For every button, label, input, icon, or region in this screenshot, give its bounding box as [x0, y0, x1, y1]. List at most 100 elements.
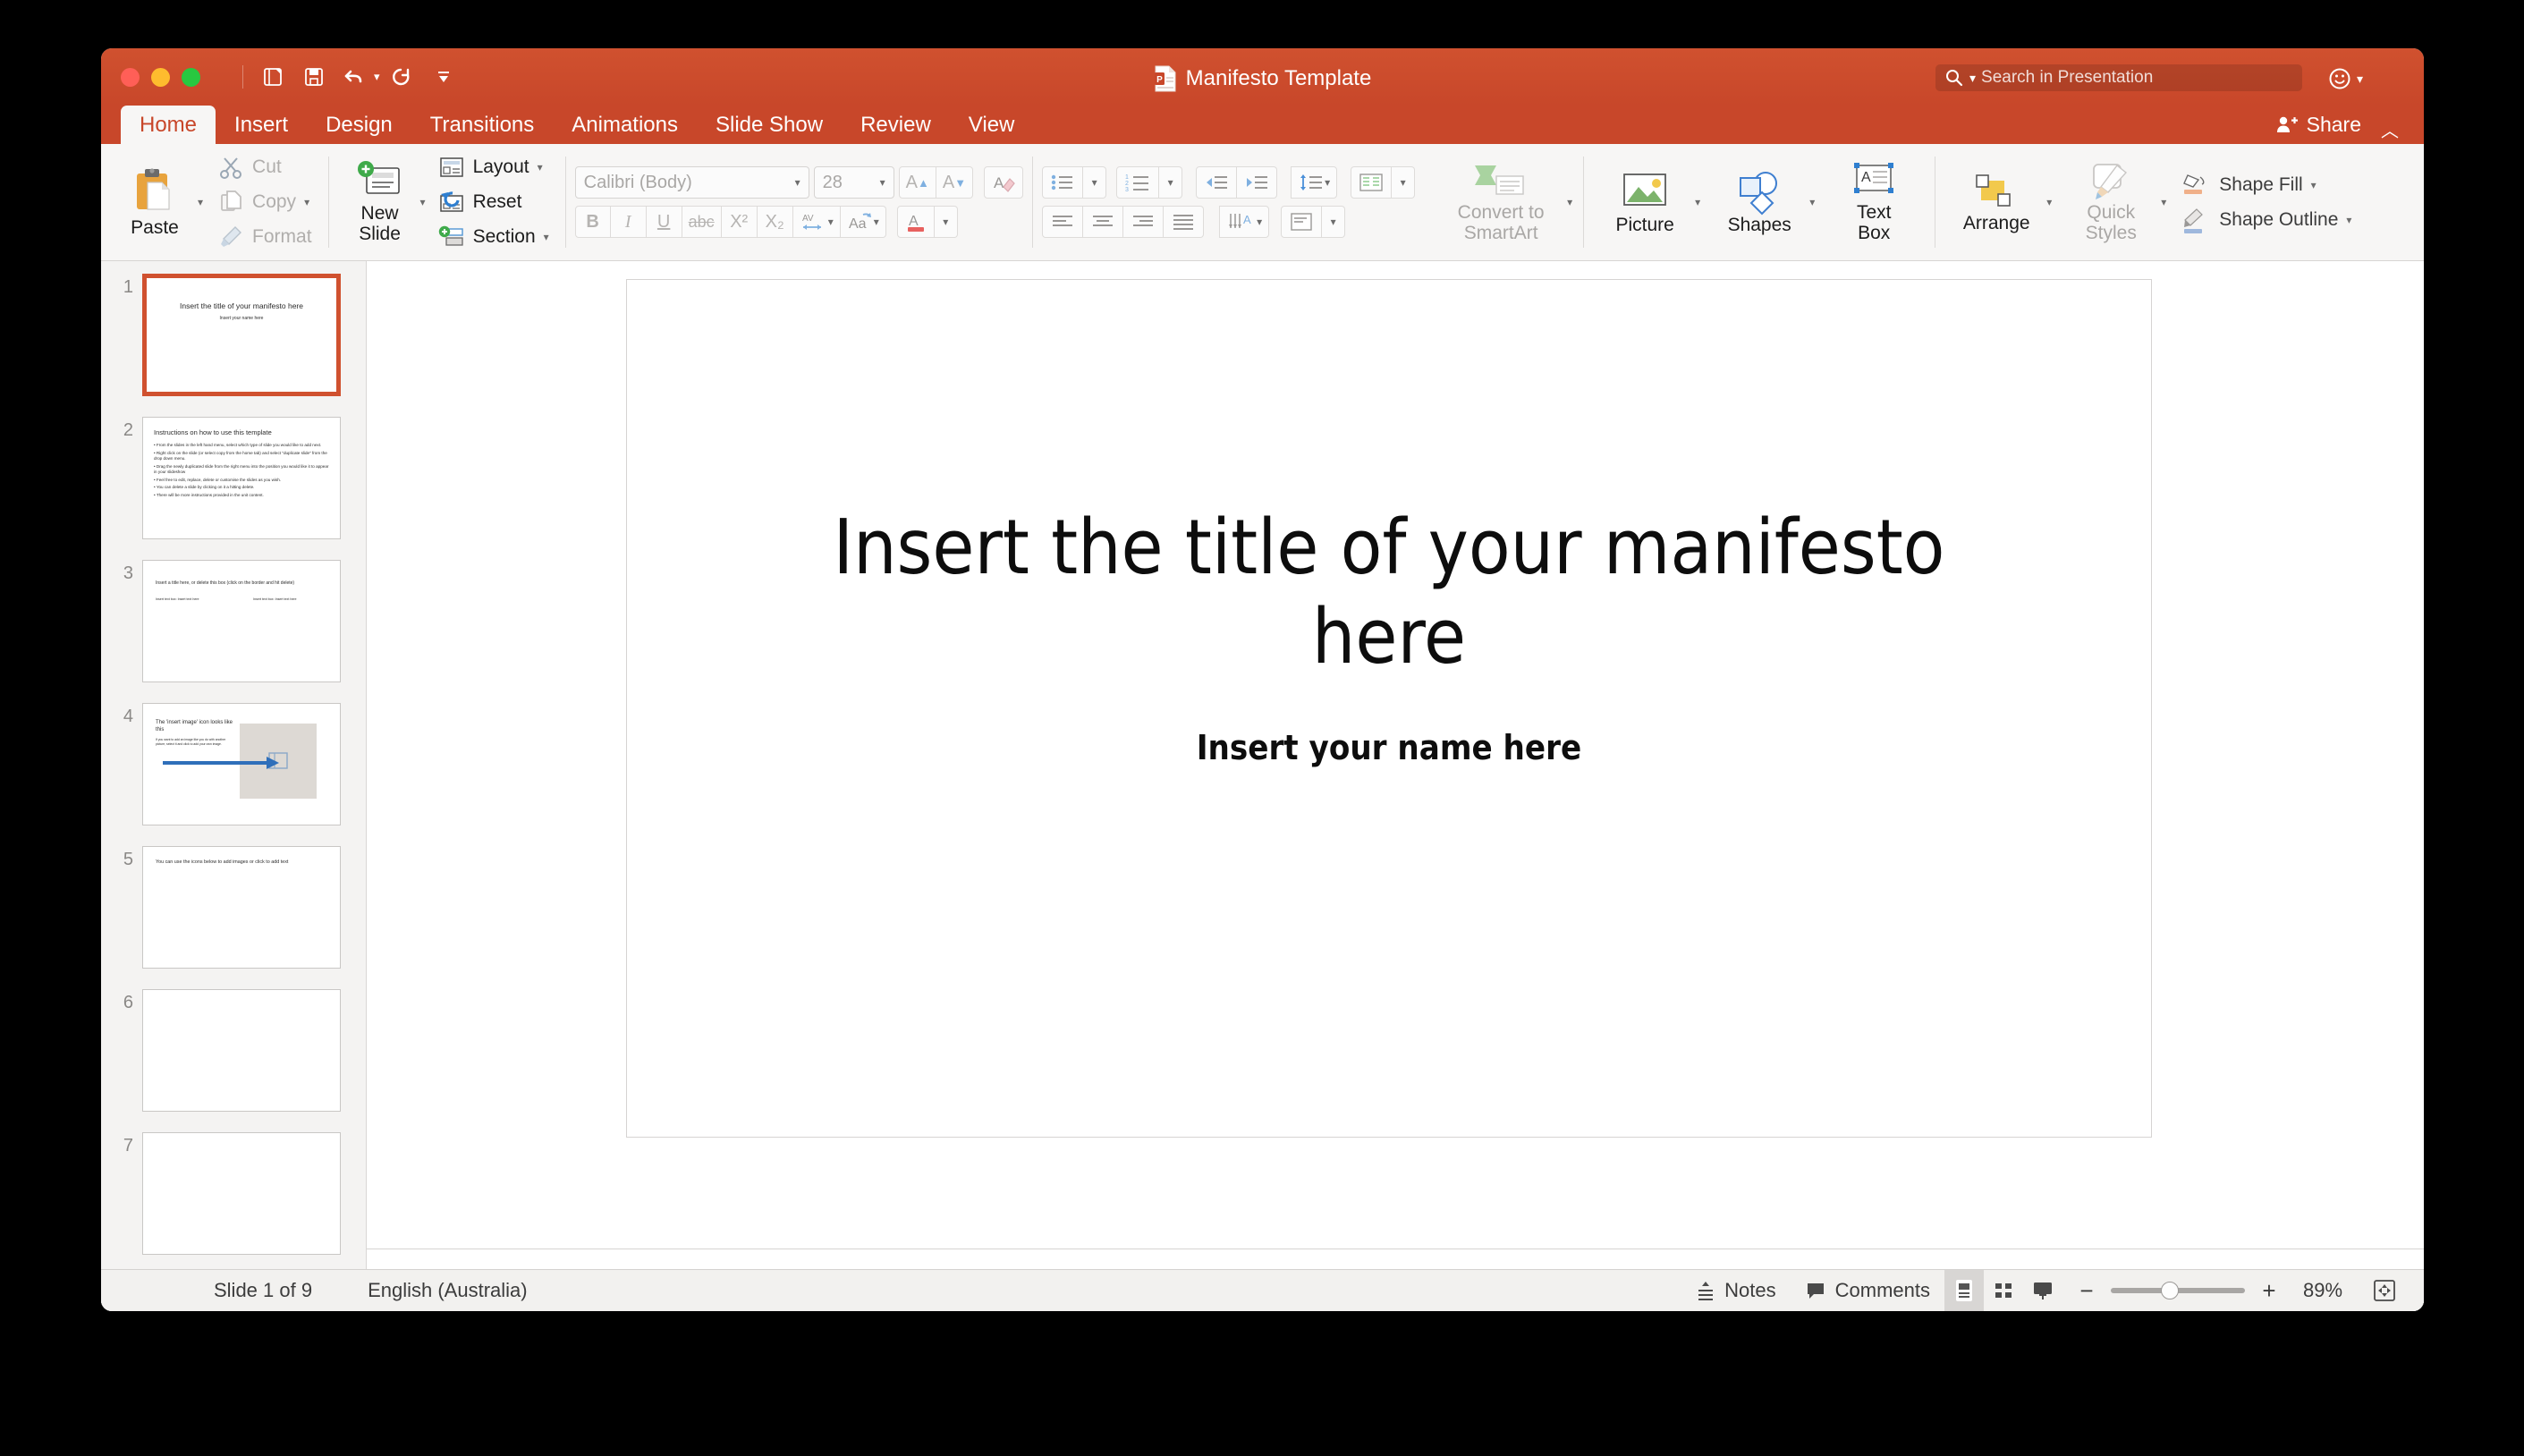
- tab-animations[interactable]: Animations: [553, 106, 697, 144]
- normal-view-button[interactable]: [1944, 1270, 1984, 1312]
- thumbnail-2[interactable]: Instructions on how to use this template…: [142, 417, 341, 539]
- justify-button[interactable]: [1164, 206, 1204, 238]
- columns-button[interactable]: [1351, 166, 1392, 199]
- fit-to-window-button[interactable]: [2365, 1270, 2404, 1312]
- line-spacing-button[interactable]: ▾: [1291, 166, 1337, 199]
- numbering-button[interactable]: 1 2 3: [1116, 166, 1159, 199]
- font-name-input[interactable]: Calibri (Body) ▾: [575, 166, 809, 199]
- arrange-button[interactable]: Arrange: [1946, 171, 2046, 234]
- thumbnail-item-6[interactable]: 6: [101, 989, 366, 1112]
- picture-caret-icon[interactable]: ▾: [1695, 196, 1700, 208]
- font-name-caret-icon[interactable]: ▾: [795, 176, 800, 189]
- paste-button[interactable]: Paste: [112, 166, 198, 239]
- increase-font-size-button[interactable]: A▲: [899, 166, 936, 199]
- section-caret-icon[interactable]: ▾: [544, 231, 549, 243]
- italic-button[interactable]: I: [611, 206, 647, 238]
- reset-button[interactable]: Reset: [438, 188, 555, 216]
- zoom-in-button[interactable]: +: [2257, 1277, 2281, 1305]
- quick-styles-caret-icon[interactable]: ▾: [2161, 196, 2166, 208]
- minimize-button[interactable]: [151, 68, 170, 87]
- arrange-caret-icon[interactable]: ▾: [2046, 196, 2052, 208]
- thumbnail-item-3[interactable]: 3 Insert a title here, or delete this bo…: [101, 560, 366, 682]
- tab-transitions[interactable]: Transitions: [411, 106, 553, 144]
- convert-to-smartart-button[interactable]: Convert to SmartArt: [1435, 160, 1567, 243]
- shapes-caret-icon[interactable]: ▾: [1809, 196, 1815, 208]
- language-indicator[interactable]: English (Australia): [368, 1279, 528, 1302]
- feedback-chevron-icon[interactable]: ▾: [2357, 72, 2363, 87]
- layout-caret-icon[interactable]: ▾: [538, 161, 543, 174]
- font-size-caret-icon[interactable]: ▾: [880, 176, 885, 189]
- superscript-button[interactable]: X²: [722, 206, 758, 238]
- copy-button[interactable]: Copy ▾: [217, 188, 318, 216]
- ribbon-collapse-button[interactable]: ︿: [2381, 116, 2399, 142]
- bullets-caret-button[interactable]: ▾: [1083, 166, 1106, 199]
- thumbnail-5[interactable]: You can use the icons below to add image…: [142, 846, 341, 969]
- picture-button[interactable]: Picture: [1595, 169, 1695, 236]
- zoom-slider[interactable]: [2111, 1288, 2245, 1293]
- undo-caret-icon[interactable]: ▾: [374, 70, 380, 84]
- font-color-button[interactable]: A: [897, 206, 935, 238]
- text-box-button[interactable]: A Text Box: [1824, 160, 1924, 243]
- slide-thumbnail-panel[interactable]: 1 Insert the title of your manifesto her…: [101, 261, 367, 1311]
- format-painter-button[interactable]: Format: [217, 223, 318, 251]
- tab-view[interactable]: View: [950, 106, 1034, 144]
- columns-caret-button[interactable]: ▾: [1392, 166, 1415, 199]
- align-right-button[interactable]: [1123, 206, 1164, 238]
- tab-slide-show[interactable]: Slide Show: [697, 106, 842, 144]
- paste-dropdown-caret-icon[interactable]: ▾: [198, 196, 203, 208]
- copy-caret-icon[interactable]: ▾: [304, 196, 309, 208]
- new-slide-quick-button[interactable]: [254, 61, 292, 93]
- thumbnail-4[interactable]: The 'insert image' icon looks like this …: [142, 703, 341, 825]
- shape-outline-caret-icon[interactable]: ▾: [2346, 214, 2351, 226]
- thumbnail-item-7[interactable]: 7: [101, 1132, 366, 1255]
- thumbnail-3[interactable]: Insert a title here, or delete this box …: [142, 560, 341, 682]
- search-input[interactable]: ▾ Search in Presentation: [1935, 64, 2302, 91]
- customize-toolbar-button[interactable]: [425, 61, 462, 93]
- decrease-indent-button[interactable]: [1196, 166, 1237, 199]
- align-text-caret-button[interactable]: ▾: [1322, 206, 1345, 238]
- quick-styles-button[interactable]: Quick Styles: [2061, 160, 2161, 243]
- align-left-button[interactable]: [1042, 206, 1083, 238]
- shape-outline-button[interactable]: Shape Outline ▾: [2181, 206, 2357, 234]
- document-title-text[interactable]: Manifesto Template: [1186, 66, 1372, 91]
- cut-button[interactable]: Cut: [217, 153, 318, 182]
- bullets-button[interactable]: [1042, 166, 1083, 199]
- tab-home[interactable]: Home: [121, 106, 216, 144]
- feedback-button[interactable]: ▾: [2327, 66, 2363, 91]
- zoom-slider-handle[interactable]: [2161, 1282, 2179, 1299]
- slide-subtitle-placeholder[interactable]: Insert your name here: [1197, 728, 1581, 767]
- shapes-button[interactable]: Shapes: [1709, 169, 1809, 236]
- thumbnail-7[interactable]: [142, 1132, 341, 1255]
- search-scope-chevron-icon[interactable]: ▾: [1969, 71, 1976, 86]
- thumbnail-item-2[interactable]: 2 Instructions on how to use this templa…: [101, 417, 366, 539]
- numbering-caret-button[interactable]: ▾: [1159, 166, 1182, 199]
- strikethrough-button[interactable]: abc: [682, 206, 722, 238]
- thumbnail-6[interactable]: [142, 989, 341, 1112]
- underline-button[interactable]: U: [647, 206, 682, 238]
- align-center-button[interactable]: [1083, 206, 1123, 238]
- tab-review[interactable]: Review: [842, 106, 950, 144]
- slide-title-placeholder[interactable]: Insert the title of your manifesto here: [817, 504, 1961, 683]
- text-direction-button[interactable]: A ▾: [1219, 206, 1269, 238]
- new-slide-caret-icon[interactable]: ▾: [420, 196, 426, 208]
- subscript-button[interactable]: X₂: [758, 206, 793, 238]
- decrease-font-size-button[interactable]: A▼: [936, 166, 973, 199]
- thumbnail-1[interactable]: Insert the title of your manifesto here …: [142, 274, 341, 396]
- increase-indent-button[interactable]: [1237, 166, 1277, 199]
- font-color-caret-button[interactable]: ▾: [935, 206, 958, 238]
- zoom-out-button[interactable]: −: [2075, 1277, 2098, 1305]
- undo-quick-button[interactable]: [336, 61, 374, 93]
- shape-fill-caret-icon[interactable]: ▾: [2311, 179, 2316, 191]
- close-button[interactable]: [121, 68, 140, 87]
- maximize-button[interactable]: [182, 68, 200, 87]
- bold-button[interactable]: B: [575, 206, 611, 238]
- slide-canvas[interactable]: Insert the title of your manifesto here …: [626, 279, 2152, 1138]
- change-case-button[interactable]: Aa ▾: [841, 206, 886, 238]
- align-text-button[interactable]: [1281, 206, 1322, 238]
- save-quick-button[interactable]: [295, 61, 333, 93]
- tab-design[interactable]: Design: [307, 106, 411, 144]
- slide-show-view-button[interactable]: [2023, 1270, 2062, 1312]
- shape-fill-button[interactable]: Shape Fill ▾: [2181, 171, 2357, 199]
- redo-quick-button[interactable]: [384, 61, 421, 93]
- notes-toggle-button[interactable]: Notes: [1680, 1279, 1790, 1302]
